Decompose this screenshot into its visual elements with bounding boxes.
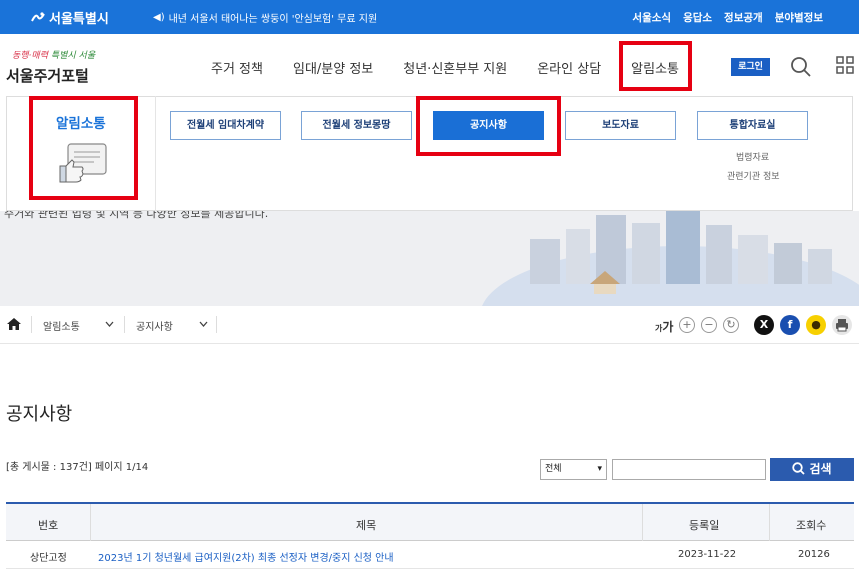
post-count-info: [총 게시물 : 137건] 페이지 1/14 [6,462,149,473]
font-large-label: 가 [662,320,674,334]
breadcrumb-divider [124,316,125,333]
font-increase-button[interactable]: + [679,317,695,333]
table-header: 번호 제목 등록일 조회수 [6,502,854,541]
site-title[interactable]: 서울주거포털 [6,65,89,86]
row-no: 상단고정 [30,553,67,564]
top-link-eungdapso[interactable]: 응답소 [683,10,712,25]
submenu-rent-info-button[interactable]: 전월세 정보몽땅 [301,111,412,140]
breadcrumb-divider [216,316,217,333]
home-icon[interactable] [6,317,22,331]
column-divider [769,504,770,541]
search-scope-value: 전체 [545,464,562,474]
speaker-icon: ◀) [153,12,165,23]
notice-ticker[interactable]: ◀) 내년 서울서 태어나는 쌍둥이 '안심보험' 무료 지원 [153,10,377,25]
nav-youth-newlywed[interactable]: 청년·신혼부부 지원 [403,58,507,77]
share-x-icon[interactable]: X [754,315,774,335]
font-decrease-button[interactable]: − [701,317,717,333]
login-button[interactable]: 로그인 [731,58,770,76]
highlight-section-title [29,96,138,200]
top-link-field-info[interactable]: 분야별정보 [775,10,823,25]
seoul-logo[interactable]: 서울특별시 [30,8,109,27]
submenu-archive-button[interactable]: 통합자료실 [697,111,808,140]
highlight-notice-button [416,96,561,156]
column-divider [642,504,643,541]
site-header: 동행·매력 특별시 서울 서울주거포털 주거 정책 임대/분양 정보 청년·신혼… [0,34,859,96]
share-facebook-icon[interactable]: f [780,315,800,335]
top-link-news[interactable]: 서울소식 [632,10,671,25]
column-divider [90,504,91,541]
breadcrumb-level2[interactable]: 공지사항 [136,318,173,333]
row-views: 20126 [798,549,830,560]
breadcrumb: 알림소통 공지사항 가가 + − ↻ X f ● [0,306,859,344]
chevron-down-icon[interactable] [199,321,208,327]
submenu-press-button[interactable]: 보도자료 [565,111,676,140]
col-header-title: 제목 [356,519,377,532]
top-link-info-open[interactable]: 정보공개 [724,10,763,25]
row-date: 2023-11-22 [678,549,737,560]
breadcrumb-divider [31,316,32,333]
nav-online-counsel[interactable]: 온라인 상담 [537,58,601,77]
chevron-down-icon[interactable] [105,321,114,327]
top-utility-bar: 서울특별시 ◀) 내년 서울서 태어나는 쌍둥이 '안심보험' 무료 지원 서울… [0,0,859,34]
section-visual-banner: 주거와 관련된 법령 및 지역 등 다양한 정보를 제공합니다. [0,211,859,306]
brand-slogan: 동행·매력 특별시 서울 [12,48,95,61]
all-menu-icon[interactable] [836,56,854,74]
seoul-logo-icon [31,11,45,21]
row-title-link[interactable]: 2023년 1기 청년월세 급여지원(2차) 최종 선정자 변경/중지 신청 안… [98,549,394,564]
nav-housing-policy[interactable]: 주거 정책 [211,58,263,77]
notice-text: 내년 서울서 태어나는 쌍둥이 '안심보험' 무료 지원 [168,14,378,25]
highlight-nav-notice [619,41,692,91]
print-icon[interactable] [832,315,852,335]
font-size-label: 가가 [655,318,673,335]
search-input[interactable] [612,459,766,480]
slogan-part-a: 동행·매력 [12,51,48,61]
search-icon [792,462,806,475]
top-links: 서울소식 응답소 정보공개 분야별정보 [632,10,823,25]
seoul-logo-text: 서울특별시 [49,12,109,27]
col-header-date: 등록일 [689,519,720,532]
slogan-part-b: 특별시 서울 [50,51,96,61]
visual-description: 주거와 관련된 법령 및 지역 등 다양한 정보를 제공합니다. [4,211,269,220]
submenu-lease-contract-button[interactable]: 전월세 임대차계약 [170,111,281,140]
nav-rent-sale-info[interactable]: 임대/분양 정보 [293,58,373,77]
submenu-link-agencies[interactable]: 관련기관 정보 [727,169,780,182]
search-button-label: 검색 [809,462,832,476]
col-header-views: 조회수 [796,519,827,532]
page-title: 공지사항 [6,404,73,425]
share-kakao-icon[interactable]: ● [806,315,826,335]
chevron-down-icon: ▾ [597,464,602,474]
submenu-link-laws[interactable]: 법령자료 [736,150,769,163]
breadcrumb-level1[interactable]: 알림소통 [43,318,80,333]
search-button[interactable]: 검색 [770,458,854,481]
col-header-no: 번호 [38,519,59,532]
city-skyline-illustration [482,211,859,306]
search-icon[interactable] [790,56,812,78]
font-reset-button[interactable]: ↻ [723,317,739,333]
search-scope-select[interactable]: 전체 ▾ [540,459,607,480]
